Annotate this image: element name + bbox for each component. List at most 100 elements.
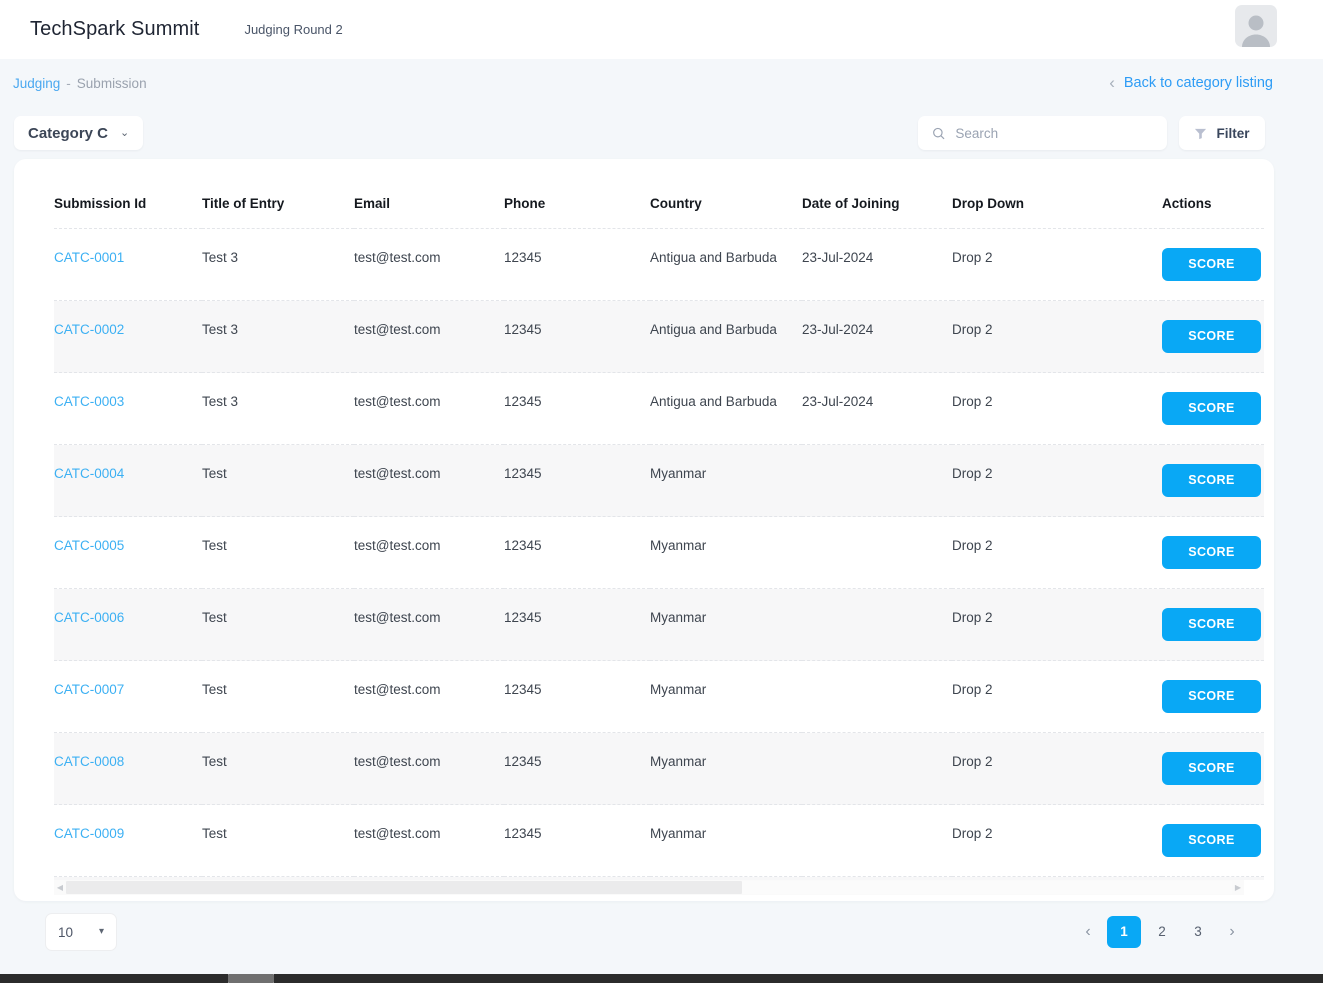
window-scrollbar-thumb[interactable] xyxy=(228,974,274,983)
cell-actions: SCORE xyxy=(1162,804,1264,877)
cell-email: test@test.com xyxy=(354,516,504,589)
avatar[interactable] xyxy=(1235,5,1277,47)
cell-email: test@test.com xyxy=(354,228,504,301)
pagination-page-3[interactable]: 3 xyxy=(1183,916,1213,948)
cell-title-of-entry: Test xyxy=(202,588,354,661)
cell-date-of-joining: 23-Jul-2024 xyxy=(802,372,952,445)
cell-title-of-entry: Test xyxy=(202,732,354,805)
score-button[interactable]: SCORE xyxy=(1162,536,1261,569)
filter-button[interactable]: Filter xyxy=(1179,116,1265,150)
submission-id-link[interactable]: CATC-0001 xyxy=(54,250,124,265)
cell-submission-id: CATC-0002 xyxy=(54,300,202,373)
cell-phone: 12345 xyxy=(504,588,650,661)
scroll-left-arrow-icon[interactable]: ◀ xyxy=(54,883,66,892)
cell-drop-down: Drop 2 xyxy=(952,228,1162,301)
back-link-label: Back to category listing xyxy=(1123,75,1273,91)
score-button[interactable]: SCORE xyxy=(1162,752,1261,785)
cell-date-of-joining: 23-Jul-2024 xyxy=(802,228,952,301)
cell-phone: 12345 xyxy=(504,732,650,805)
table-row: CATC-0005 Test test@test.com 12345 Myanmar Dr… xyxy=(54,516,1264,589)
page-size-value: 10 xyxy=(58,924,74,940)
column-header-actions: Actions xyxy=(1162,159,1264,229)
cell-submission-id: CATC-0008 xyxy=(54,732,202,805)
cell-date-of-joining: 23-Jul-2024 xyxy=(802,300,952,373)
cell-submission-id: CATC-0007 xyxy=(54,660,202,733)
cell-title-of-entry: Test 3 xyxy=(202,228,354,301)
column-header-country[interactable]: Country xyxy=(650,159,802,229)
column-header-drop-down[interactable]: Drop Down xyxy=(952,159,1162,229)
cell-submission-id: CATC-0003 xyxy=(54,372,202,445)
back-to-category-listing-link[interactable]: ‹ Back to category listing xyxy=(1109,74,1273,91)
submission-id-link[interactable]: CATC-0004 xyxy=(54,466,124,481)
pagination-page-2[interactable]: 2 xyxy=(1147,916,1177,948)
table-scroll-viewport: Submission Id Title of Entry Email Phone… xyxy=(14,159,1274,880)
table-row: CATC-0009 Test test@test.com 12345 Myanmar Dr… xyxy=(54,804,1264,877)
pagination: ‹ 1 2 3 › xyxy=(1075,916,1245,948)
submission-id-link[interactable]: CATC-0003 xyxy=(54,394,124,409)
cell-email: test@test.com xyxy=(354,660,504,733)
scrollbar-track[interactable] xyxy=(66,881,1232,894)
pagination-prev-button[interactable]: ‹ xyxy=(1075,916,1101,948)
submission-id-link[interactable]: CATC-0007 xyxy=(54,682,124,697)
score-button[interactable]: SCORE xyxy=(1162,608,1261,641)
page-size-select[interactable]: 10 ▾ xyxy=(45,913,117,951)
pagination-next-button[interactable]: › xyxy=(1219,916,1245,948)
table-row: CATC-0002 Test 3 test@test.com 12345 Antigua… xyxy=(54,300,1264,373)
column-header-submission-id[interactable]: Submission Id xyxy=(54,159,202,229)
score-button[interactable]: SCORE xyxy=(1162,824,1261,857)
cell-phone: 12345 xyxy=(504,300,650,373)
breadcrumb-judging[interactable]: Judging xyxy=(13,76,60,91)
search-icon xyxy=(933,127,945,139)
app-title: TechSpark Summit xyxy=(30,18,200,40)
cell-email: test@test.com xyxy=(354,588,504,661)
category-dropdown[interactable]: Category C ⌄ xyxy=(14,116,144,150)
submission-id-link[interactable]: CATC-0002 xyxy=(54,322,124,337)
submission-id-link[interactable]: CATC-0009 xyxy=(54,826,124,841)
column-header-date-of-joining[interactable]: Date of Joining xyxy=(802,159,952,229)
score-button[interactable]: SCORE xyxy=(1162,680,1261,713)
cell-drop-down: Drop 2 xyxy=(952,732,1162,805)
score-button[interactable]: SCORE xyxy=(1162,392,1261,425)
pagination-page-1[interactable]: 1 xyxy=(1107,916,1141,948)
cell-title-of-entry: Test xyxy=(202,516,354,589)
cell-country: Myanmar xyxy=(650,660,802,733)
submission-id-link[interactable]: CATC-0008 xyxy=(54,754,124,769)
submissions-table-card: Submission Id Title of Entry Email Phone… xyxy=(14,159,1274,901)
cell-submission-id: CATC-0001 xyxy=(54,228,202,301)
cell-submission-id: CATC-0004 xyxy=(54,444,202,517)
cell-submission-id: CATC-0006 xyxy=(54,588,202,661)
search-input[interactable] xyxy=(955,125,1153,141)
submission-id-link[interactable]: CATC-0006 xyxy=(54,610,124,625)
cell-country: Myanmar xyxy=(650,444,802,517)
filter-button-label: Filter xyxy=(1216,125,1250,141)
cell-email: test@test.com xyxy=(354,732,504,805)
table-row: CATC-0007 Test test@test.com 12345 Myanmar Dr… xyxy=(54,660,1264,733)
cell-actions: SCORE xyxy=(1162,732,1264,805)
cell-country: Myanmar xyxy=(650,588,802,661)
cell-date-of-joining xyxy=(802,804,952,877)
table-body: CATC-0001 Test 3 test@test.com 12345 Antigua… xyxy=(54,228,1264,880)
column-header-email[interactable]: Email xyxy=(354,159,504,229)
table-horizontal-scrollbar[interactable]: ◀ ▶ xyxy=(54,880,1244,895)
score-button[interactable]: SCORE xyxy=(1162,320,1261,353)
scrollbar-thumb[interactable] xyxy=(66,881,743,894)
cell-drop-down: Drop 2 xyxy=(952,660,1162,733)
cell-country: Antigua and Barbuda xyxy=(650,300,802,373)
window-horizontal-scrollbar[interactable] xyxy=(0,974,1323,983)
column-header-title-of-entry[interactable]: Title of Entry xyxy=(202,159,354,229)
scroll-right-arrow-icon[interactable]: ▶ xyxy=(1232,883,1244,892)
score-button[interactable]: SCORE xyxy=(1162,464,1261,497)
table-header-row: Submission Id Title of Entry Email Phone… xyxy=(54,159,1264,229)
app-header: TechSpark Summit Judging Round 2 xyxy=(0,0,1323,59)
cell-title-of-entry: Test xyxy=(202,660,354,733)
search-box[interactable] xyxy=(918,116,1167,150)
search-and-filter: Filter xyxy=(918,116,1265,150)
scrollbar-track-left xyxy=(0,974,228,983)
cell-drop-down: Drop 2 xyxy=(952,804,1162,877)
submission-id-link[interactable]: CATC-0005 xyxy=(54,538,124,553)
score-button[interactable]: SCORE xyxy=(1162,248,1261,281)
cell-phone: 12345 xyxy=(504,444,650,517)
table-row: CATC-0008 Test test@test.com 12345 Myanmar Dr… xyxy=(54,732,1264,805)
cell-actions: SCORE xyxy=(1162,516,1264,589)
column-header-phone[interactable]: Phone xyxy=(504,159,650,229)
